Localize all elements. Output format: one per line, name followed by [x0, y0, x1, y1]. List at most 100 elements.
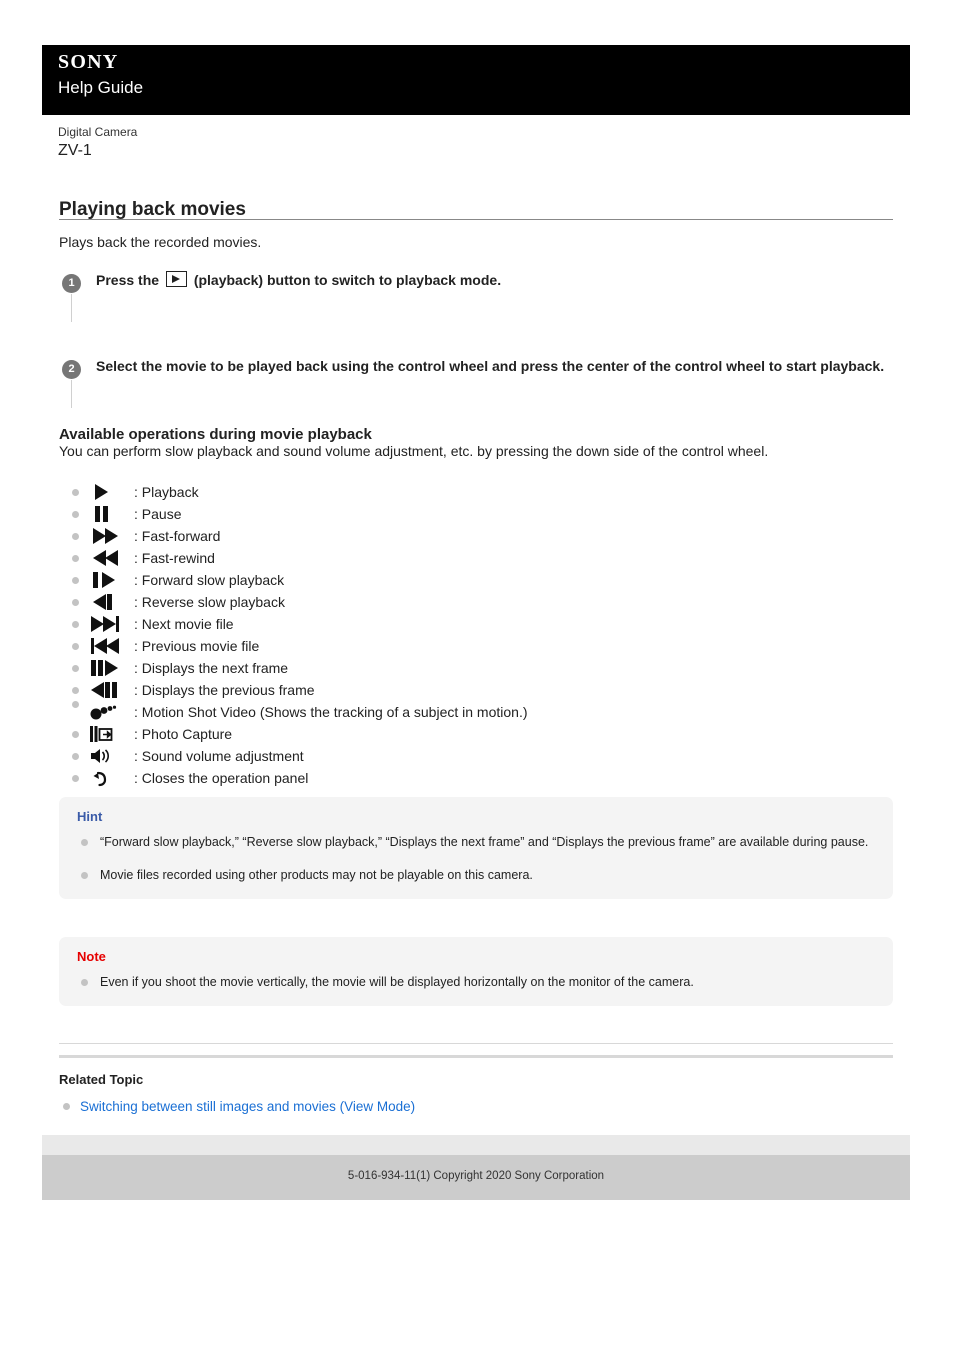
section-divider-thin — [59, 1043, 893, 1044]
list-item: : Fast-forward — [72, 525, 912, 547]
step-1: 1 Press the (playback) button to switch … — [59, 270, 899, 322]
bullet-icon — [81, 872, 88, 879]
bullet-icon — [72, 598, 79, 606]
site-footer: 5-016-934-11(1) Copyright 2020 Sony Corp… — [42, 1155, 910, 1200]
related-topic-link[interactable]: Switching between still images and movie… — [80, 1099, 415, 1114]
bullet-icon — [72, 488, 79, 496]
section-divider-thick — [59, 1055, 893, 1058]
related-topic-heading: Related Topic — [59, 1072, 144, 1087]
operation-label: : Photo Capture — [134, 726, 233, 742]
previous-frame-icon — [89, 680, 133, 700]
operation-label: : Displays the previous frame — [134, 682, 315, 698]
bullet-icon — [72, 752, 79, 760]
note-callout: Note Even if you shoot the movie vertica… — [59, 937, 893, 1006]
bullet-icon — [72, 730, 79, 738]
playback-button-icon — [165, 271, 187, 287]
pause-icon — [89, 504, 133, 524]
step-2-text: Select the movie to be played back using… — [96, 358, 885, 374]
list-item: : Sound volume adjustment — [72, 745, 912, 767]
close-panel-icon — [89, 768, 133, 788]
bullet-icon — [72, 664, 79, 672]
bullet-icon — [72, 554, 79, 562]
product-category: Digital Camera — [58, 125, 138, 139]
page-title: Playing back movies — [59, 198, 246, 220]
product-info: Digital Camera ZV-1 — [58, 124, 137, 162]
list-item: : Closes the operation panel — [72, 767, 912, 789]
bullet-icon — [81, 839, 88, 846]
bullet-icon — [72, 686, 79, 694]
hint-title: Hint — [77, 809, 103, 824]
sony-logo: SONY — [58, 51, 119, 73]
operation-label: : Sound volume adjustment — [134, 748, 304, 764]
operation-label: : Reverse slow playback — [134, 594, 285, 610]
list-item: : Playback — [72, 481, 912, 503]
list-item: : Forward slow playback — [72, 569, 912, 591]
list-item: : Photo Capture — [72, 723, 912, 745]
bullet-icon — [72, 620, 79, 628]
fast-rewind-icon — [89, 548, 133, 568]
footer-top-band — [42, 1135, 910, 1155]
bullet-icon — [72, 642, 79, 650]
operation-label: : Pause — [134, 506, 182, 522]
note-item: Even if you shoot the movie vertically, … — [77, 973, 875, 992]
list-item: : Fast-rewind — [72, 547, 912, 569]
title-divider — [59, 219, 893, 220]
operation-label: : Previous movie file — [134, 638, 260, 654]
list-item: : Previous movie file — [72, 635, 912, 657]
list-item: : Reverse slow playback — [72, 591, 912, 613]
step-connector-line — [71, 380, 72, 408]
next-movie-file-icon — [89, 614, 133, 634]
operation-label: : Fast-rewind — [134, 550, 215, 566]
product-model: ZV-1 — [58, 142, 92, 159]
site-header: SONY Help Guide — [42, 45, 910, 115]
list-item: : Motion Shot Video (Shows the tracking … — [72, 701, 912, 723]
step-1-number: 1 — [62, 274, 81, 293]
hint-item: Movie files recorded using other product… — [77, 866, 875, 885]
step-2: 2 Select the movie to be played back usi… — [59, 356, 899, 408]
previous-movie-file-icon — [89, 636, 133, 656]
operation-label: : Playback — [134, 484, 199, 500]
page-intro: Plays back the recorded movies. — [59, 234, 262, 250]
bullet-icon — [63, 1103, 70, 1110]
hint-item-text: Movie files recorded using other product… — [100, 868, 533, 882]
step-1-text-after: (playback) button to switch to playback … — [193, 272, 502, 288]
procedure-steps: 1 Press the (playback) button to switch … — [59, 270, 899, 408]
operation-label: : Next movie file — [134, 616, 234, 632]
hint-callout: Hint “Forward slow playback,” “Reverse s… — [59, 797, 893, 899]
help-guide-title: Help Guide — [58, 78, 144, 97]
forward-slow-playback-icon — [89, 570, 133, 590]
related-topic-item[interactable]: Switching between still images and movie… — [63, 1099, 415, 1114]
operation-label: : Motion Shot Video (Shows the tracking … — [134, 704, 528, 720]
step-connector-line — [71, 294, 72, 322]
hint-item-text: “Forward slow playback,” “Reverse slow p… — [100, 835, 869, 849]
photo-capture-icon — [89, 724, 133, 744]
step-2-number: 2 — [62, 360, 81, 379]
bullet-icon — [72, 701, 79, 708]
operation-label: : Forward slow playback — [134, 572, 285, 588]
bullet-icon — [72, 774, 79, 782]
play-icon — [89, 482, 133, 502]
section-heading: Available operations during movie playba… — [59, 426, 372, 444]
note-item-text: Even if you shoot the movie vertically, … — [100, 975, 694, 989]
list-item: : Displays the previous frame — [72, 679, 912, 701]
reverse-slow-playback-icon — [89, 592, 133, 612]
operation-label: : Closes the operation panel — [134, 770, 309, 786]
note-title: Note — [77, 949, 106, 964]
bullet-icon — [81, 979, 88, 986]
step-1-text-before: Press the — [96, 272, 160, 288]
list-item: : Displays the next frame — [72, 657, 912, 679]
motion-shot-video-icon — [89, 702, 133, 722]
list-item: : Pause — [72, 503, 912, 525]
operations-list: : Playback : Pause : Fast-forward : Fast… — [72, 481, 912, 789]
next-frame-icon — [89, 658, 133, 678]
copyright-text: 5-016-934-11(1) Copyright 2020 Sony Corp… — [347, 1170, 605, 1182]
list-item: : Next movie file — [72, 613, 912, 635]
fast-forward-icon — [89, 526, 133, 546]
operation-label: : Fast-forward — [134, 528, 221, 544]
bullet-icon — [72, 532, 79, 540]
hint-item: “Forward slow playback,” “Reverse slow p… — [77, 833, 875, 852]
step-1-text: Press the (playback) button to switch to… — [96, 270, 899, 290]
bullet-icon — [72, 576, 79, 584]
section-intro: You can perform slow playback and sound … — [59, 443, 769, 459]
bullet-icon — [72, 510, 79, 518]
